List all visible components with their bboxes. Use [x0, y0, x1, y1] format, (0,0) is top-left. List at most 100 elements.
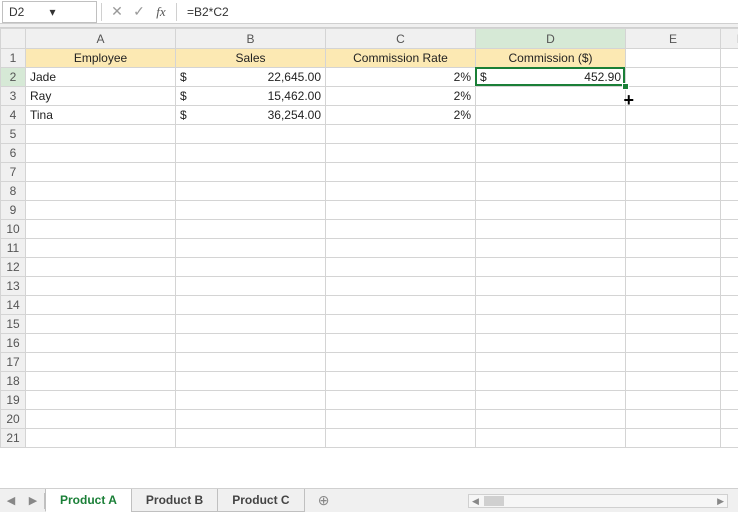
cell[interactable] — [626, 239, 721, 258]
cell[interactable] — [721, 106, 738, 125]
select-all-corner[interactable] — [1, 29, 26, 49]
cell[interactable] — [176, 410, 326, 429]
cell[interactable] — [326, 182, 476, 201]
cell[interactable] — [326, 144, 476, 163]
cell[interactable] — [26, 163, 176, 182]
row-header[interactable]: 19 — [1, 391, 26, 410]
cell[interactable] — [176, 372, 326, 391]
sheet-tab-product-c[interactable]: Product C — [217, 489, 304, 512]
cell[interactable] — [626, 277, 721, 296]
cell[interactable] — [176, 315, 326, 334]
cell[interactable] — [721, 239, 738, 258]
cell[interactable] — [721, 429, 738, 448]
cell[interactable] — [721, 182, 738, 201]
cell[interactable] — [476, 353, 626, 372]
col-header-E[interactable]: E — [626, 29, 721, 49]
cell[interactable] — [176, 125, 326, 144]
cell[interactable] — [626, 353, 721, 372]
header-cell-sales[interactable]: Sales — [176, 49, 326, 68]
cell[interactable] — [326, 353, 476, 372]
fill-handle[interactable] — [622, 83, 629, 90]
scroll-left-icon[interactable]: ◀ — [469, 496, 482, 507]
row-header[interactable]: 14 — [1, 296, 26, 315]
cell[interactable] — [326, 410, 476, 429]
cell[interactable] — [476, 144, 626, 163]
cell[interactable] — [626, 429, 721, 448]
tab-nav-next-icon[interactable]: ▶ — [22, 494, 44, 507]
cell[interactable] — [26, 391, 176, 410]
cell[interactable] — [176, 353, 326, 372]
cell[interactable] — [721, 220, 738, 239]
cell[interactable] — [26, 296, 176, 315]
cell[interactable] — [476, 125, 626, 144]
cell[interactable] — [176, 334, 326, 353]
row-header[interactable]: 8 — [1, 182, 26, 201]
cell[interactable] — [26, 277, 176, 296]
cell[interactable] — [176, 296, 326, 315]
cell[interactable] — [721, 315, 738, 334]
cell[interactable] — [476, 277, 626, 296]
scrollbar-thumb[interactable] — [484, 496, 504, 506]
row-header[interactable]: 11 — [1, 239, 26, 258]
cell[interactable] — [326, 220, 476, 239]
cell[interactable] — [26, 353, 176, 372]
add-sheet-icon[interactable]: ⊕ — [312, 492, 336, 509]
cell[interactable] — [721, 68, 738, 87]
cell[interactable] — [721, 410, 738, 429]
cell[interactable] — [626, 372, 721, 391]
cell[interactable] — [26, 220, 176, 239]
cancel-icon[interactable]: ✕ — [106, 3, 128, 20]
row-header[interactable]: 6 — [1, 144, 26, 163]
header-cell-commission[interactable]: Commission ($) — [476, 49, 626, 68]
cell[interactable] — [326, 125, 476, 144]
cell[interactable] — [476, 296, 626, 315]
cell[interactable] — [626, 391, 721, 410]
row-header[interactable]: 9 — [1, 201, 26, 220]
cell-B3[interactable]: $15,462.00 — [176, 87, 326, 106]
sheet-tab-product-b[interactable]: Product B — [131, 489, 218, 512]
row-header[interactable]: 7 — [1, 163, 26, 182]
cell[interactable] — [476, 429, 626, 448]
col-header-D[interactable]: D — [476, 29, 626, 49]
cell-A3[interactable]: Ray — [26, 87, 176, 106]
horizontal-scrollbar[interactable]: ◀ ▶ — [468, 494, 728, 508]
cell[interactable] — [626, 125, 721, 144]
cell[interactable] — [326, 334, 476, 353]
col-header-A[interactable]: A — [26, 29, 176, 49]
tab-nav-prev-icon[interactable]: ◀ — [0, 494, 22, 507]
cell[interactable] — [326, 296, 476, 315]
chevron-down-icon[interactable]: ▾ — [50, 5, 91, 19]
row-header[interactable]: 15 — [1, 315, 26, 334]
cell[interactable] — [626, 296, 721, 315]
row-header[interactable]: 18 — [1, 372, 26, 391]
cell[interactable] — [476, 182, 626, 201]
cell[interactable] — [626, 258, 721, 277]
confirm-icon[interactable]: ✓ — [128, 3, 150, 20]
cell[interactable] — [626, 201, 721, 220]
name-box[interactable]: D2 ▾ — [2, 1, 97, 23]
cell[interactable] — [176, 277, 326, 296]
cell-A4[interactable]: Tina — [26, 106, 176, 125]
sheet-tab-product-a[interactable]: Product A — [45, 489, 132, 512]
cell[interactable] — [721, 125, 738, 144]
cell[interactable] — [476, 239, 626, 258]
row-header[interactable]: 20 — [1, 410, 26, 429]
cell[interactable] — [721, 353, 738, 372]
cell[interactable] — [476, 258, 626, 277]
cell[interactable] — [176, 258, 326, 277]
cell-B2[interactable]: $22,645.00 — [176, 68, 326, 87]
cell-D4[interactable] — [476, 106, 626, 125]
cell[interactable] — [721, 87, 738, 106]
col-header-C[interactable]: C — [326, 29, 476, 49]
row-header[interactable]: 13 — [1, 277, 26, 296]
cell-B4[interactable]: $36,254.00 — [176, 106, 326, 125]
cell[interactable] — [626, 87, 721, 106]
cell[interactable] — [721, 296, 738, 315]
cell[interactable] — [176, 220, 326, 239]
cell[interactable] — [476, 410, 626, 429]
scroll-right-icon[interactable]: ▶ — [714, 496, 727, 507]
row-header[interactable]: 2 — [1, 68, 26, 87]
cell[interactable] — [626, 410, 721, 429]
cell[interactable] — [26, 372, 176, 391]
cell[interactable] — [721, 277, 738, 296]
